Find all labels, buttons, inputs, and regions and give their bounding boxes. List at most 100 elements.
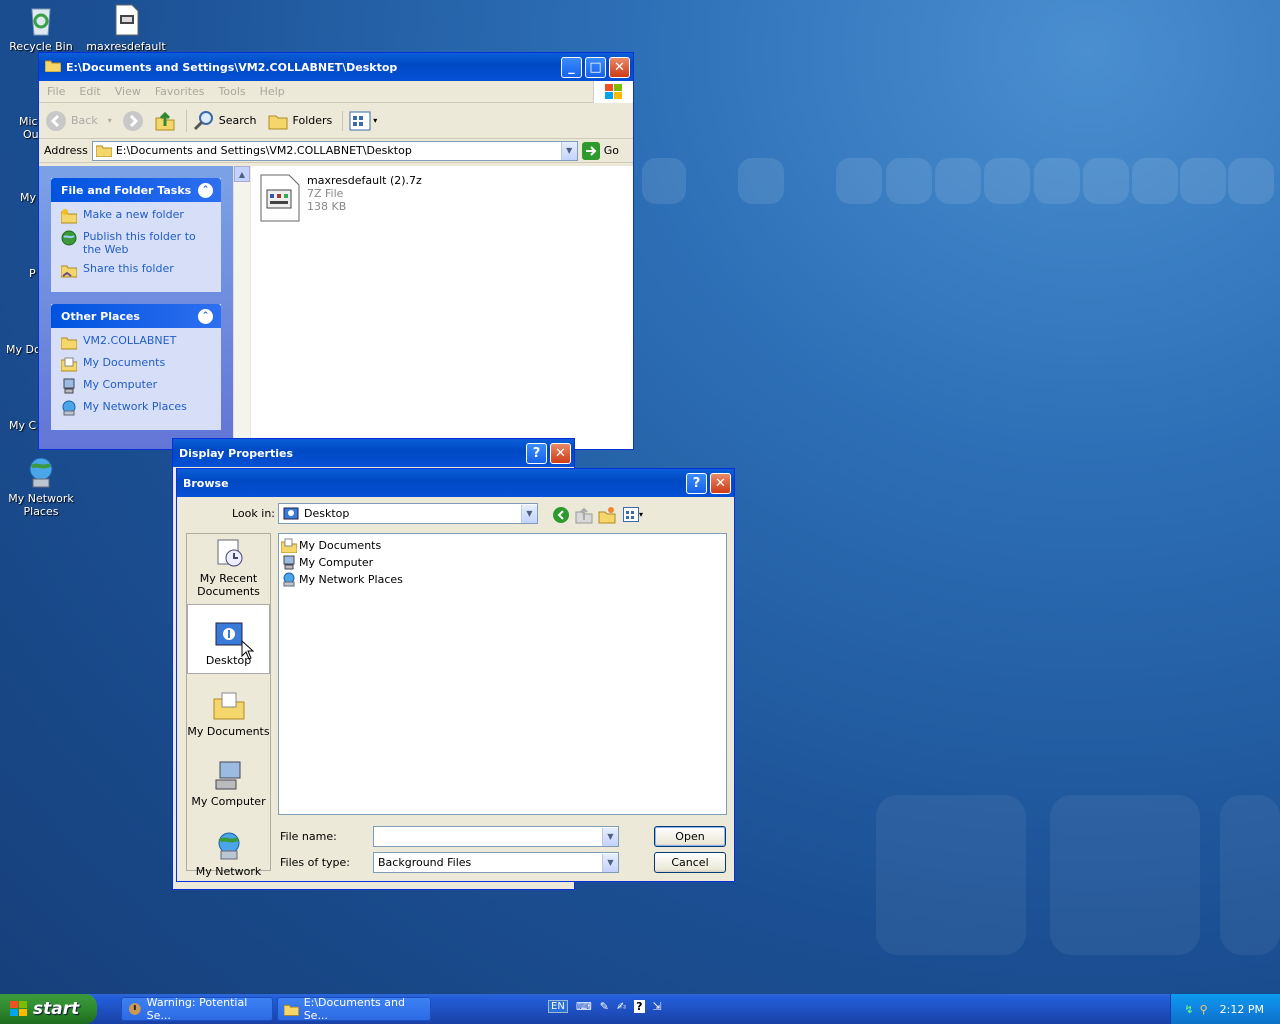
help-button[interactable]: ?	[686, 472, 707, 494]
go-button[interactable]: Go	[581, 141, 619, 160]
my-computer-icon	[283, 555, 295, 570]
desktop-edge-label: Ou	[23, 128, 39, 141]
collapse-chevron-icon[interactable]: ⌃	[198, 308, 213, 324]
file-folder-tasks-header[interactable]: File and Folder Tasks ⌃	[51, 178, 221, 202]
start-button[interactable]: start	[0, 994, 97, 1024]
search-button[interactable]: Search	[185, 109, 257, 132]
address-field[interactable]: E:\Documents and Settings\VM2.COLLABNET\…	[91, 140, 578, 161]
folder-icon	[284, 1004, 299, 1016]
desktop-edge-label: My C	[9, 419, 37, 432]
list-item[interactable]: My Documents	[281, 537, 724, 554]
close-button[interactable]: ✕	[710, 472, 731, 494]
browse-dialog[interactable]: Browse ? ✕ Look in: Desktop ▼ ▾ My Recen…	[176, 468, 735, 882]
files-of-type-select[interactable]: Background Files ▼	[373, 852, 619, 873]
desktop-icon-maxresdefault[interactable]: maxresdefault	[86, 3, 166, 53]
explorer-window[interactable]: E:\Documents and Settings\VM2.COLLABNET\…	[38, 52, 634, 450]
menu-edit[interactable]: Edit	[79, 85, 100, 98]
back-arrow-icon[interactable]	[552, 506, 570, 524]
forward-button[interactable]	[122, 110, 144, 132]
file-name-label: File name:	[280, 830, 337, 843]
cancel-button[interactable]: Cancel	[654, 852, 726, 873]
desktop-icon-recycle-bin[interactable]: Recycle Bin	[1, 3, 81, 53]
task-publish-web[interactable]: Publish this folder to the Web	[61, 230, 211, 256]
menu-help[interactable]: Help	[260, 85, 285, 98]
file-list-pane[interactable]: My Documents My Computer My Network Plac…	[278, 533, 727, 815]
views-icon	[623, 507, 639, 522]
task-make-new-folder[interactable]: Make a new folder	[61, 208, 211, 224]
places-bar: My Recent Documents Desktop My Documents…	[186, 533, 271, 878]
my-network-places-label: My Network Places	[8, 492, 74, 518]
warning-app-icon	[128, 1003, 141, 1015]
list-item[interactable]: My Network Places	[281, 571, 724, 588]
other-places-header[interactable]: Other Places ⌃	[51, 304, 221, 328]
help-button[interactable]: ?	[526, 442, 547, 464]
up-folder-button[interactable]	[154, 110, 176, 132]
back-arrow-icon	[46, 110, 66, 131]
place-my-documents[interactable]: My Documents	[61, 356, 211, 372]
language-indicator[interactable]: EN	[548, 1000, 568, 1013]
help-icon[interactable]: ?	[634, 1000, 645, 1013]
browse-titlebar[interactable]: Browse ? ✕	[177, 469, 734, 497]
place-my-recent-documents[interactable]: My Recent Documents	[187, 534, 270, 604]
pen-icon[interactable]: ✎	[600, 1000, 609, 1013]
back-button[interactable]: Back ▾	[45, 110, 112, 132]
desktop-icon	[283, 507, 299, 519]
scroll-up-button[interactable]: ▲	[234, 166, 250, 182]
restore-langbar-icon[interactable]: ⇲	[653, 1000, 662, 1013]
file-type: 7Z File	[307, 187, 344, 200]
close-button[interactable]: ✕	[550, 442, 571, 464]
new-folder-icon[interactable]	[598, 506, 616, 524]
menu-tools[interactable]: Tools	[219, 85, 246, 98]
open-button[interactable]: Open	[654, 826, 726, 847]
look-in-select[interactable]: Desktop ▼	[278, 503, 538, 524]
display-properties-titlebar[interactable]: Display Properties ? ✕	[173, 439, 574, 467]
files-of-type-dropdown-arrow[interactable]: ▼	[602, 853, 618, 872]
menu-file[interactable]: File	[47, 85, 65, 98]
place-my-documents[interactable]: My Documents	[187, 674, 270, 744]
new-folder-icon	[61, 209, 77, 224]
list-item[interactable]: My Computer	[281, 554, 724, 571]
files-of-type-label: Files of type:	[280, 856, 351, 869]
content-scrollbar[interactable]: ▲	[233, 166, 250, 449]
windows-logo	[593, 80, 633, 103]
file-item[interactable]: maxresdefault (2).7z 7Z File 138 KB	[259, 174, 422, 222]
other-places-panel: Other Places ⌃ VM2.COLLABNET My Document…	[51, 304, 221, 430]
toolbar: Back ▾ Search Folders ▾	[39, 103, 633, 139]
file-name-input[interactable]: ▼	[373, 826, 619, 847]
close-button[interactable]: ✕	[609, 56, 630, 78]
taskbar-item-explorer[interactable]: E:\Documents and Se...	[277, 996, 431, 1022]
clock[interactable]: 2:12 PM	[1220, 1003, 1264, 1016]
keyboard-icon[interactable]: ⌨	[576, 1000, 592, 1013]
minimize-button[interactable]: _	[561, 56, 582, 78]
maximize-button[interactable]: □	[585, 56, 606, 78]
collapse-chevron-icon[interactable]: ⌃	[198, 182, 213, 198]
place-my-computer[interactable]: My Computer	[187, 744, 270, 814]
forward-arrow-icon	[122, 110, 143, 131]
menu-favorites[interactable]: Favorites	[155, 85, 205, 98]
file-name-dropdown-arrow[interactable]: ▼	[602, 827, 618, 846]
place-desktop[interactable]: Desktop	[187, 604, 270, 674]
place-my-computer[interactable]: My Computer	[61, 378, 211, 394]
task-share-folder[interactable]: Share this folder	[61, 262, 211, 278]
desktop-edge-label: My Dc	[6, 343, 41, 356]
place-my-network[interactable]: My Network	[187, 814, 270, 884]
explorer-titlebar[interactable]: E:\Documents and Settings\VM2.COLLABNET\…	[39, 53, 633, 81]
folders-button[interactable]: Folders	[267, 110, 332, 132]
desktop-icon-my-network-places[interactable]: My Network Places	[1, 455, 81, 518]
taskbar-item-warning[interactable]: Warning: Potential Se...	[121, 996, 273, 1022]
handwriting-icon[interactable]: ✍	[617, 1000, 626, 1013]
explorer-title: E:\Documents and Settings\VM2.COLLABNET\…	[66, 60, 398, 74]
browse-title: Browse	[183, 476, 229, 490]
network-status-icon[interactable]: ↯	[1184, 1003, 1193, 1016]
place-vm2-collabnet[interactable]: VM2.COLLABNET	[61, 334, 211, 350]
desktop-edge-label: My	[20, 191, 37, 204]
search-icon[interactable]: ⚲	[1200, 1003, 1208, 1016]
look-in-dropdown-arrow[interactable]: ▼	[521, 504, 537, 523]
archive-file-icon	[109, 3, 143, 37]
up-folder-icon[interactable]	[575, 506, 593, 524]
views-button[interactable]: ▾	[342, 110, 377, 131]
menu-view[interactable]: View	[115, 85, 141, 98]
address-dropdown-arrow[interactable]: ▼	[560, 141, 577, 160]
view-menu-button[interactable]: ▾	[623, 507, 643, 522]
place-my-network-places[interactable]: My Network Places	[61, 400, 211, 416]
